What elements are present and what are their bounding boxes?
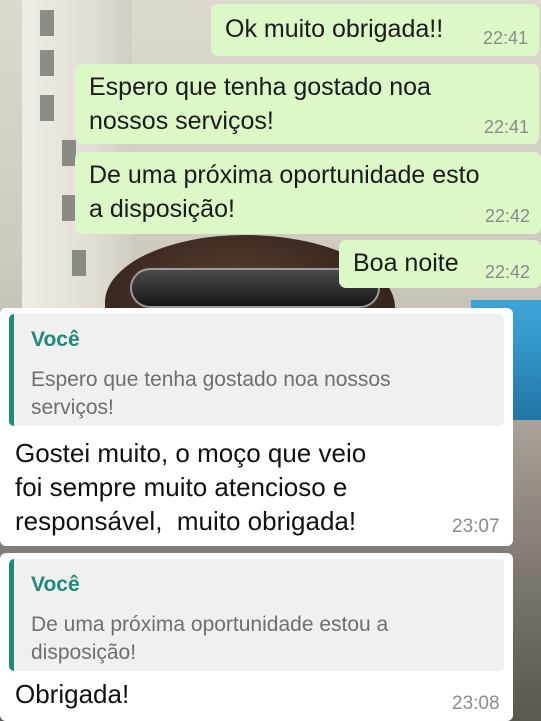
message-time: 22:42 [485,262,531,282]
message-time: 22:42 [485,206,531,226]
quote-text: Espero que tenha gostado noa nossos serv… [31,368,391,419]
message-text: Gostei muito, o moço que veio foi sempre… [15,438,367,536]
quote-text: De uma próxima oportunidade estou a disp… [31,613,389,664]
message-text: Boa noite [353,249,459,277]
message-text: De uma próxima oportunidade esto a dispo… [89,161,480,223]
wallpaper-window [72,250,86,276]
incoming-message[interactable]: Você De uma próxima oportunidade estou a… [0,553,513,721]
message-text: Espero que tenha gostado noa nossos serv… [89,73,431,135]
outgoing-message[interactable]: Boa noite 22:42 [339,240,541,288]
message-text: Obrigada! [15,679,130,709]
outgoing-message[interactable]: Ok muito obrigada!! 22:41 [211,4,539,56]
message-time: 22:41 [483,28,529,48]
message-time: 23:07 [452,516,500,537]
quoted-message[interactable]: Você De uma próxima oportunidade estou a… [9,559,504,671]
message-time: 23:08 [452,693,500,714]
incoming-message[interactable]: Você Espero que tenha gostado noa nossos… [0,308,513,546]
message-time: 22:41 [484,117,530,137]
message-text: Ok muito obrigada!! [225,15,444,43]
wallpaper-window [40,10,54,36]
quote-author: Você [31,328,80,351]
wallpaper-window [40,95,54,121]
wallpaper-window [40,50,54,76]
wallpaper-window [62,195,76,221]
wallpaper-window [62,140,76,166]
quoted-message[interactable]: Você Espero que tenha gostado noa nossos… [9,314,504,426]
outgoing-message[interactable]: De uma próxima oportunidade esto a dispo… [75,152,541,234]
outgoing-message[interactable]: Espero que tenha gostado noa nossos serv… [75,64,539,144]
quote-author: Você [31,573,80,596]
